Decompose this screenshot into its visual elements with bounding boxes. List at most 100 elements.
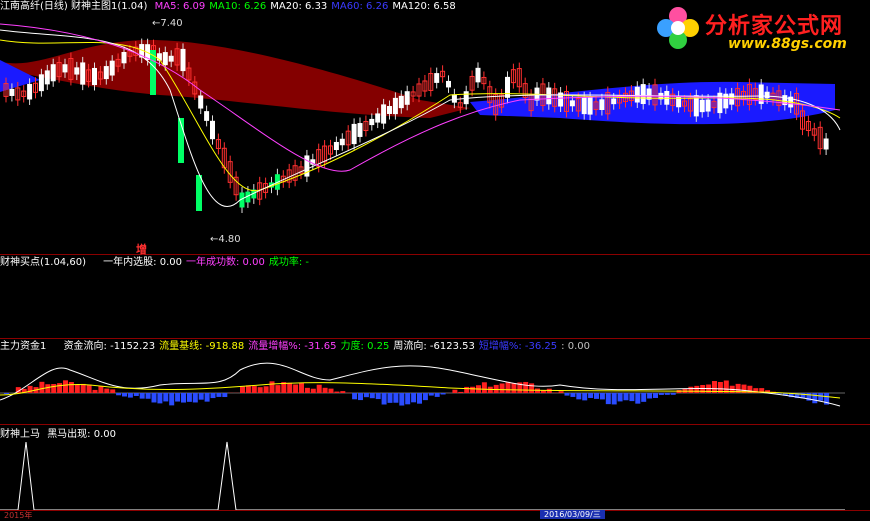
flow-bar xyxy=(358,393,363,400)
flow-bar xyxy=(694,386,699,393)
candle-body xyxy=(393,98,397,113)
candle-body xyxy=(334,142,338,149)
flow-bar xyxy=(93,390,98,393)
flow-bar xyxy=(69,382,74,393)
buy-point-title: 财神买点(1.04,60) xyxy=(0,257,86,268)
panel-separator xyxy=(0,510,870,511)
candle-body xyxy=(28,84,32,99)
candle-body xyxy=(405,92,409,105)
flow-bar xyxy=(152,393,157,402)
candle-body xyxy=(464,92,468,104)
candle-body xyxy=(75,68,79,74)
x-axis-start: 2015年 xyxy=(4,510,32,521)
flow-bar xyxy=(175,393,180,402)
flow-bar xyxy=(588,393,593,398)
flow-bar xyxy=(122,393,127,396)
candle-body xyxy=(382,105,386,123)
flow-bar xyxy=(110,389,115,393)
candle-body xyxy=(163,53,167,65)
flow-bar xyxy=(216,393,221,397)
flow-bar xyxy=(352,393,357,399)
date-tag: 2016/03/09/三 xyxy=(540,510,605,519)
candle-body xyxy=(45,71,49,84)
flow-bar xyxy=(63,380,68,393)
panel-separator xyxy=(0,424,870,425)
logo-url: www.88gs.com xyxy=(728,36,847,52)
flow-bar xyxy=(146,393,151,399)
flow-bar xyxy=(311,389,316,393)
candle-big-down xyxy=(196,175,202,211)
flow-bar xyxy=(559,391,564,393)
signal-marker: 增 xyxy=(136,241,147,257)
flow-bar xyxy=(388,393,393,403)
candle-body xyxy=(388,107,392,114)
flow-bar xyxy=(618,393,623,401)
candle-body xyxy=(122,52,126,62)
flow-bar xyxy=(116,393,121,395)
candle-body xyxy=(824,139,828,149)
flow-bar xyxy=(329,389,334,393)
flow-bar xyxy=(140,393,145,399)
flow-bar xyxy=(4,393,9,394)
flow-bar xyxy=(594,393,599,399)
fund-flow-stat-6: : 0.00 xyxy=(561,341,590,352)
flow-bar xyxy=(665,393,670,395)
flow-bar xyxy=(417,393,422,404)
panel-separator xyxy=(0,338,870,339)
buy-point-stat-1: 一年成功数: 0.00 xyxy=(186,257,265,268)
horse-title: 财神上马 xyxy=(0,429,40,440)
flow-bar xyxy=(506,382,511,393)
candle-body xyxy=(765,92,769,98)
buy-point-header: 财神买点(1.04,60) 一年内选股: 0.00一年成功数: 0.00成功率:… xyxy=(0,256,317,269)
candle-body xyxy=(93,68,97,84)
candle-body xyxy=(582,98,586,114)
flow-bar xyxy=(570,393,575,397)
fund-flow-stat-4: 周流向: -6123.53 xyxy=(393,341,475,352)
candle-body xyxy=(340,139,344,144)
flow-bar xyxy=(659,393,664,395)
flow-bar xyxy=(671,393,676,395)
candle-body xyxy=(447,81,451,86)
site-logo: 分析家公式网 www.88gs.com xyxy=(650,0,870,60)
flow-bar xyxy=(334,392,339,393)
horse-header: 财神上马 黑马出现: 0.00 xyxy=(0,428,124,441)
flow-bar xyxy=(547,389,552,393)
flow-bar xyxy=(606,393,611,404)
candle-body xyxy=(181,49,185,70)
flow-bar xyxy=(87,385,92,393)
flow-bar xyxy=(411,393,416,402)
flow-bar xyxy=(435,393,440,397)
flow-bar xyxy=(576,393,581,399)
candle-body xyxy=(63,65,67,72)
candle-body xyxy=(506,77,510,97)
flow-bar xyxy=(565,393,570,396)
flow-bar xyxy=(275,385,280,393)
flow-bar xyxy=(452,390,457,393)
candle-body xyxy=(81,63,85,84)
flow-bar xyxy=(370,393,375,398)
flow-bar xyxy=(157,393,162,403)
flow-bar xyxy=(535,389,540,393)
buy-point-stat-2: 成功率: - xyxy=(269,257,309,268)
candle-body xyxy=(110,61,114,75)
candle-body xyxy=(476,68,480,82)
flow-bar xyxy=(51,384,56,393)
flow-bar xyxy=(393,393,398,403)
flow-bar xyxy=(340,391,345,393)
flow-bar xyxy=(181,393,186,403)
candle-body xyxy=(39,75,43,91)
flow-bar xyxy=(187,393,192,402)
candle-body xyxy=(10,89,14,95)
flow-bar xyxy=(75,385,80,393)
flow-bar xyxy=(600,393,605,399)
flow-bar xyxy=(98,386,103,393)
flow-bar xyxy=(399,393,404,406)
candle-body xyxy=(352,124,356,143)
flow-bar xyxy=(641,393,646,402)
flow-bar xyxy=(305,388,310,393)
flow-bar xyxy=(429,393,434,396)
candle-body xyxy=(399,96,403,107)
candle-body xyxy=(376,114,380,122)
candle-body xyxy=(104,67,108,79)
fund-flow-stat-1: 流量基线: -918.88 xyxy=(159,341,244,352)
